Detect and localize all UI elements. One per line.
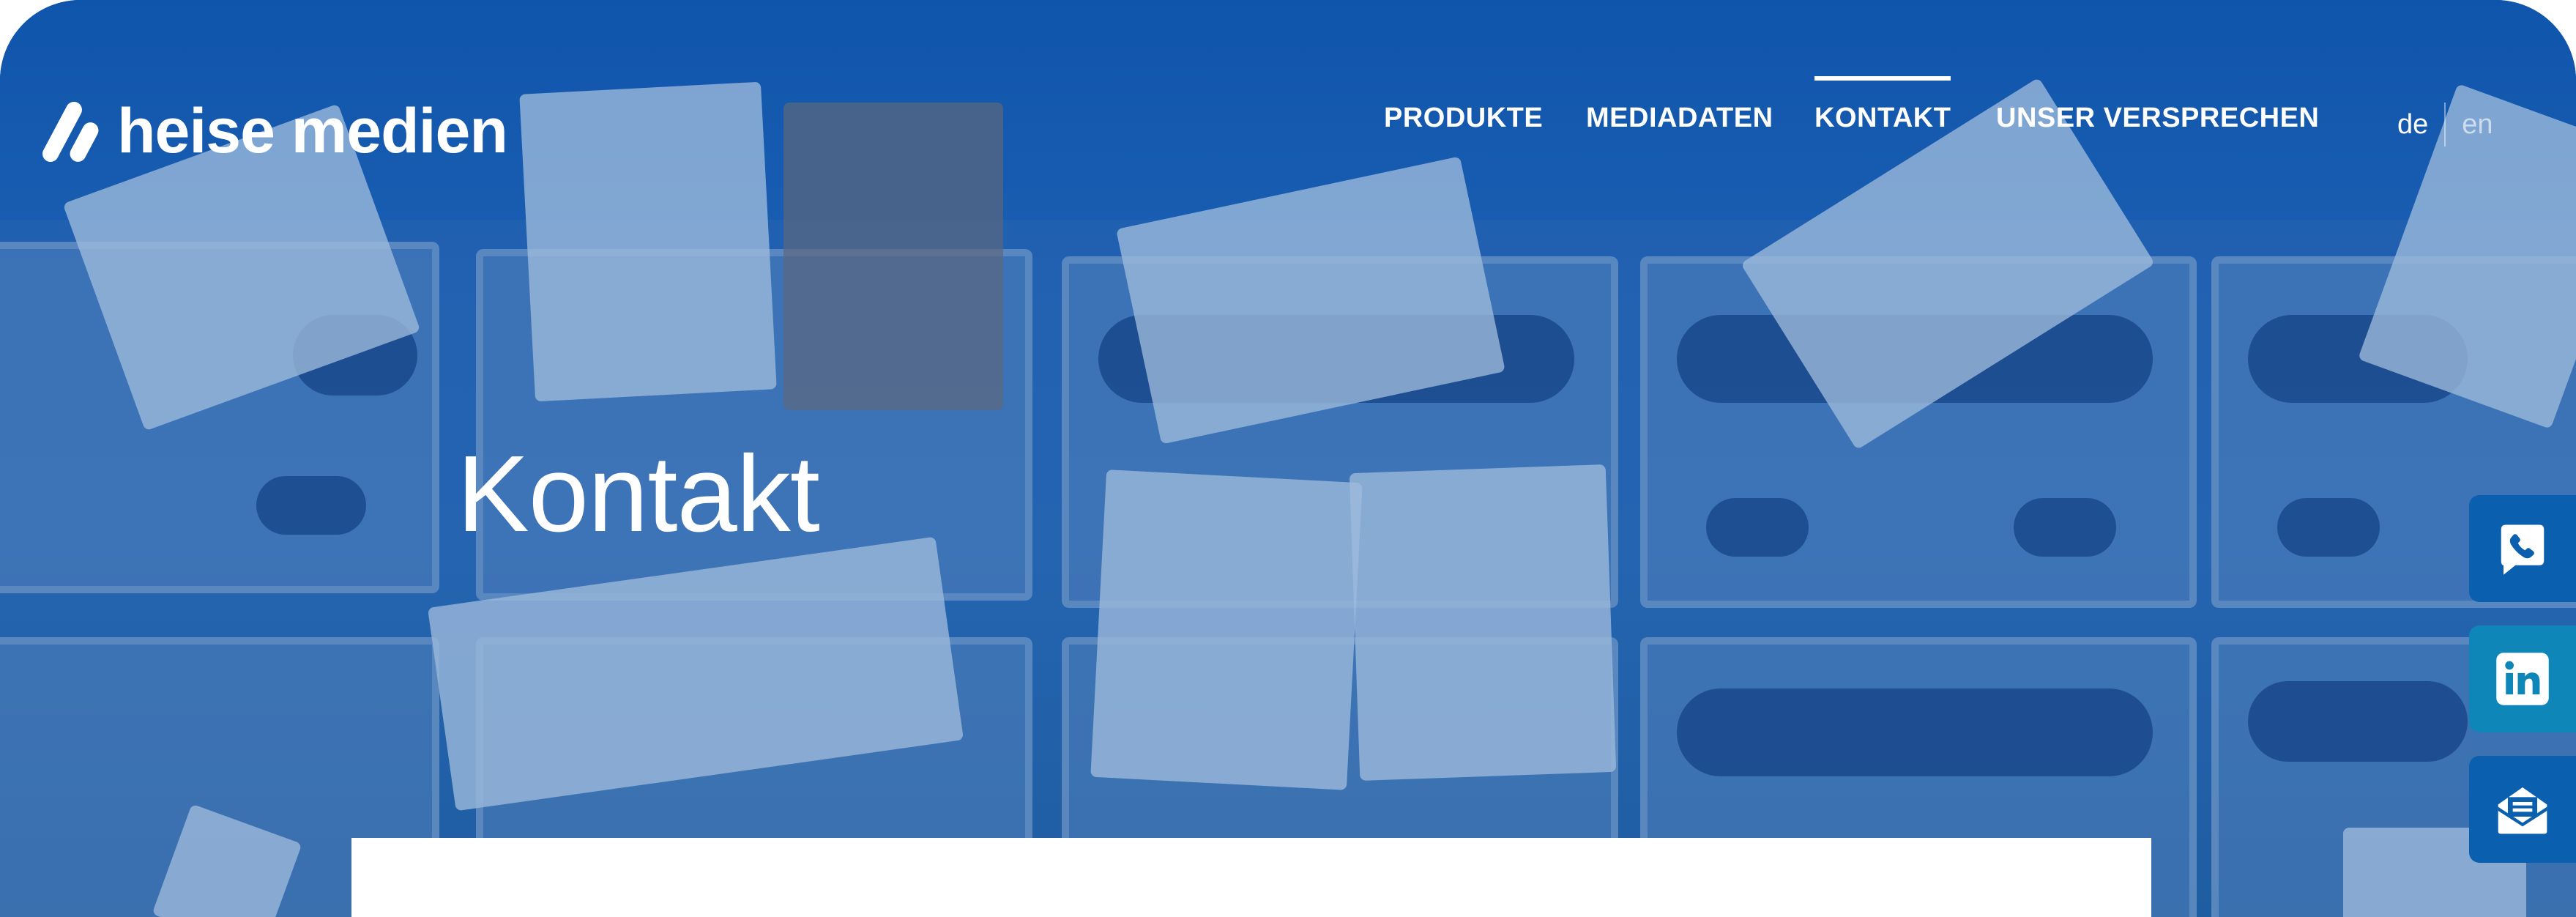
linkedin-button[interactable] — [2469, 625, 2576, 732]
side-action-bar — [2469, 495, 2576, 863]
page-title: Kontakt — [457, 434, 820, 554]
nav-item-kontakt[interactable]: KONTAKT — [1814, 76, 1951, 134]
content-card — [351, 838, 2151, 917]
language-switch: de en — [2397, 103, 2493, 146]
heise-logo-icon — [40, 98, 102, 165]
newsletter-button[interactable] — [2469, 756, 2576, 863]
hero-section: heise medien PRODUKTE MEDIADATEN KONTAKT… — [0, 0, 2576, 917]
brand-logo[interactable]: heise medien — [40, 95, 508, 168]
brand-name: heise medien — [117, 96, 508, 166]
newsletter-icon — [2498, 787, 2547, 834]
lang-de-link[interactable]: de — [2397, 109, 2428, 141]
lang-en-link[interactable]: en — [2462, 109, 2493, 141]
language-divider — [2444, 103, 2446, 146]
phone-icon — [2501, 524, 2545, 575]
linkedin-icon — [2496, 653, 2549, 705]
nav-item-unser-versprechen[interactable]: UNSER VERSPRECHEN — [1996, 103, 2319, 134]
nav-item-produkte[interactable]: PRODUKTE — [1384, 103, 1543, 134]
phone-button[interactable] — [2469, 495, 2576, 602]
nav-item-mediadaten[interactable]: MEDIADATEN — [1586, 103, 1773, 134]
